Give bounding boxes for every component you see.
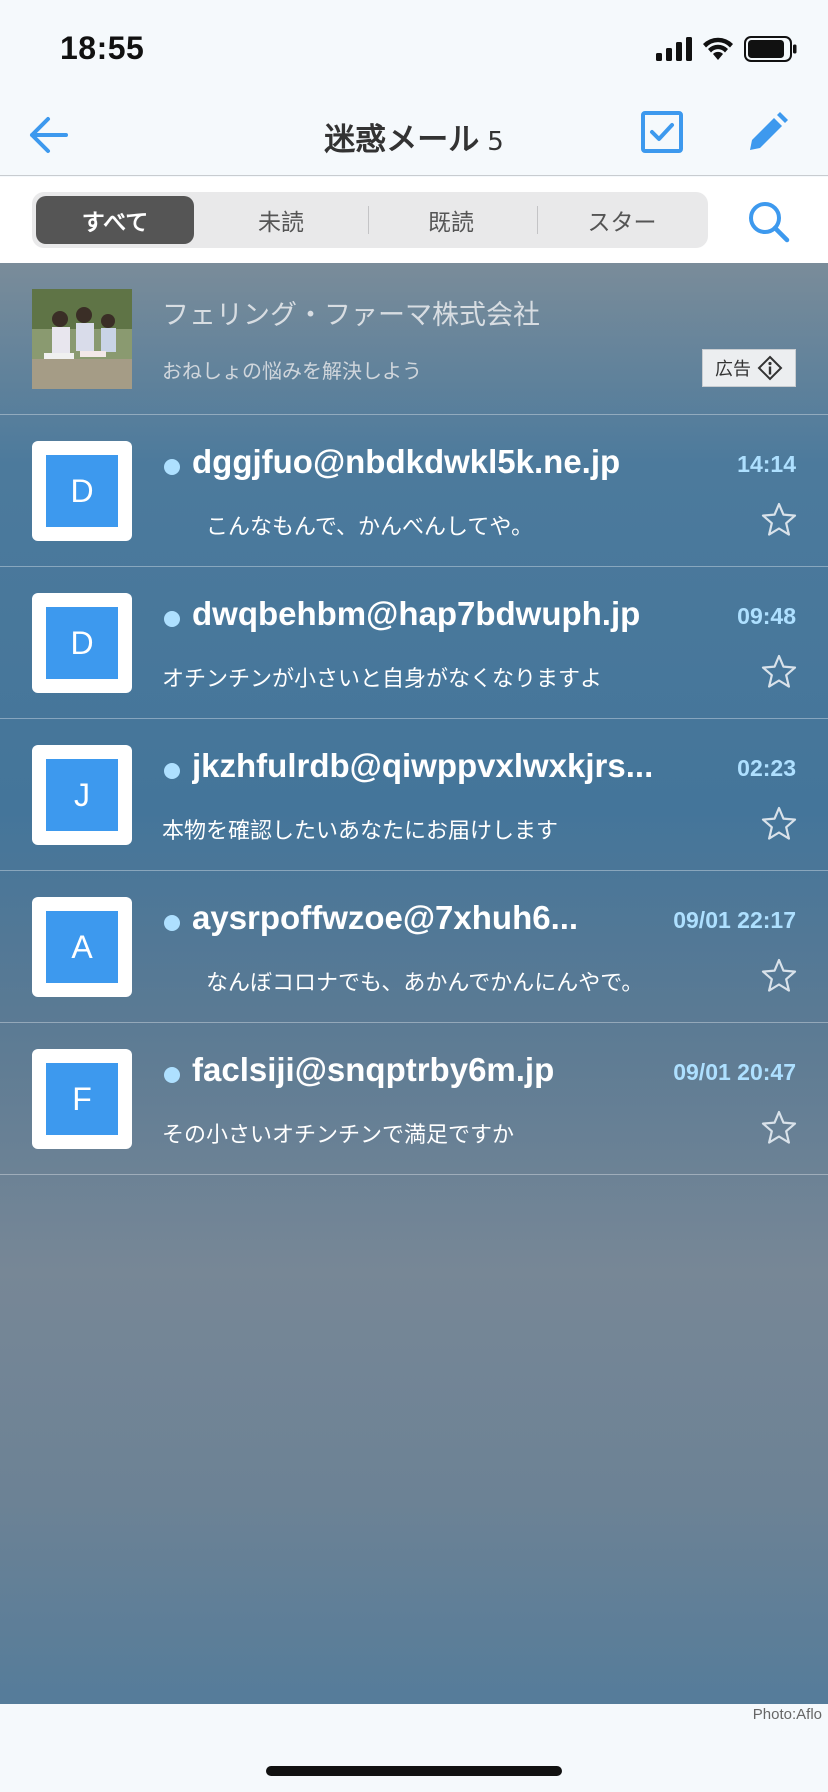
mail-snippet: その小さいオチンチンで満足ですか (162, 1123, 515, 1148)
segment-divider (368, 206, 369, 234)
tab-all[interactable]: すべて (36, 196, 194, 244)
filter-segmented-control: すべて 未読 既読 スター (32, 192, 708, 248)
mail-row[interactable]: D dwqbehbm@hap7bdwuph.jp 09:48 オチンチンが小さい… (0, 567, 828, 719)
unread-dot (164, 915, 180, 931)
tab-read[interactable]: 既読 (370, 196, 532, 244)
avatar: J (32, 745, 132, 845)
signal-icon (656, 37, 692, 61)
avatar-initial: D (46, 455, 118, 527)
bottom-area (0, 1704, 828, 1792)
mail-row[interactable]: J jkzhfulrdb@qiwppvxlwxkjrs... 02:23 本物を… (0, 719, 828, 871)
segment-divider (537, 206, 538, 234)
avatar-initial: D (46, 607, 118, 679)
search-icon[interactable] (746, 199, 790, 243)
mail-sender: jkzhfulrdb@qiwppvxlwxkjrs... (192, 747, 654, 784)
mail-sender: dggjfuo@nbdkdwkl5k.ne.jp (192, 443, 621, 480)
nav-bar: 迷惑メール 5 (0, 100, 828, 176)
mail-time: 09/01 20:47 (673, 1059, 796, 1085)
avatar: F (32, 1049, 132, 1149)
status-bar: 18:55 (0, 0, 828, 100)
star-icon[interactable] (760, 501, 798, 539)
filter-bar: すべて 未読 既読 スター (0, 177, 828, 263)
photo-credit: Photo:Aflo (752, 1706, 822, 1723)
mail-snippet: なんぼコロナでも、あかんでかんにんやで。 (162, 971, 644, 996)
avatar-initial: J (46, 759, 118, 831)
mail-sender: faclsiji@snqptrby6m.jp (192, 1051, 555, 1088)
select-checkbox-icon[interactable] (640, 110, 684, 154)
star-icon[interactable] (760, 957, 798, 995)
avatar: A (32, 897, 132, 997)
compose-pencil-icon[interactable] (744, 110, 790, 156)
mail-time: 02:23 (737, 755, 796, 781)
ad-info-icon (757, 355, 783, 381)
ad-row[interactable]: フェリング・ファーマ株式会社 おねしょの悩みを解決しよう 広告 (0, 263, 828, 415)
wifi-icon (703, 37, 733, 60)
ad-text: おねしょの悩みを解決しよう (162, 359, 422, 383)
avatar-initial: A (46, 911, 118, 983)
mail-count: 5 (487, 127, 504, 157)
battery-icon (744, 36, 797, 62)
ad-badge[interactable]: 広告 (702, 349, 796, 387)
mail-sender: aysrpoffwzoe@7xhuh6... (192, 899, 579, 936)
avatar: D (32, 593, 132, 693)
home-indicator[interactable] (266, 1766, 562, 1776)
star-icon[interactable] (760, 1109, 798, 1147)
avatar-initial: F (46, 1063, 118, 1135)
mail-sender: dwqbehbm@hap7bdwuph.jp (192, 595, 641, 632)
mail-snippet: 本物を確認したいあなたにお届けします (162, 819, 559, 844)
status-icons (656, 34, 798, 64)
star-icon[interactable] (760, 805, 798, 843)
mail-time: 09/01 22:17 (673, 907, 796, 933)
unread-dot (164, 763, 180, 779)
page-title-text: 迷惑メール (324, 122, 480, 158)
mail-time: 14:14 (737, 451, 796, 477)
mail-snippet: こんなもんで、かんべんしてや。 (162, 515, 534, 540)
mail-row[interactable]: D dggjfuo@nbdkdwkl5k.ne.jp 14:14 こんなもんで、… (0, 415, 828, 567)
mail-snippet: オチンチンが小さいと自身がなくなりますよ (162, 667, 603, 692)
unread-dot (164, 459, 180, 475)
unread-dot (164, 611, 180, 627)
tab-unread[interactable]: 未読 (200, 196, 362, 244)
page-title: 迷惑メール 5 (0, 114, 828, 159)
tab-starred[interactable]: スター (540, 196, 704, 244)
avatar: D (32, 441, 132, 541)
mail-time: 09:48 (737, 603, 796, 629)
mail-list: フェリング・ファーマ株式会社 おねしょの悩みを解決しよう 広告 D dggjfu… (0, 263, 828, 1704)
ad-sponsor: フェリング・ファーマ株式会社 (162, 300, 540, 331)
mail-row[interactable]: A aysrpoffwzoe@7xhuh6... 09/01 22:17 なんぼ… (0, 871, 828, 1023)
status-time: 18:55 (60, 30, 145, 66)
unread-dot (164, 1067, 180, 1083)
ad-thumbnail-image[interactable] (32, 289, 132, 389)
star-icon[interactable] (760, 653, 798, 691)
ad-badge-label: 広告 (715, 359, 751, 380)
mail-row[interactable]: F faclsiji@snqptrby6m.jp 09/01 20:47 その小… (0, 1023, 828, 1175)
